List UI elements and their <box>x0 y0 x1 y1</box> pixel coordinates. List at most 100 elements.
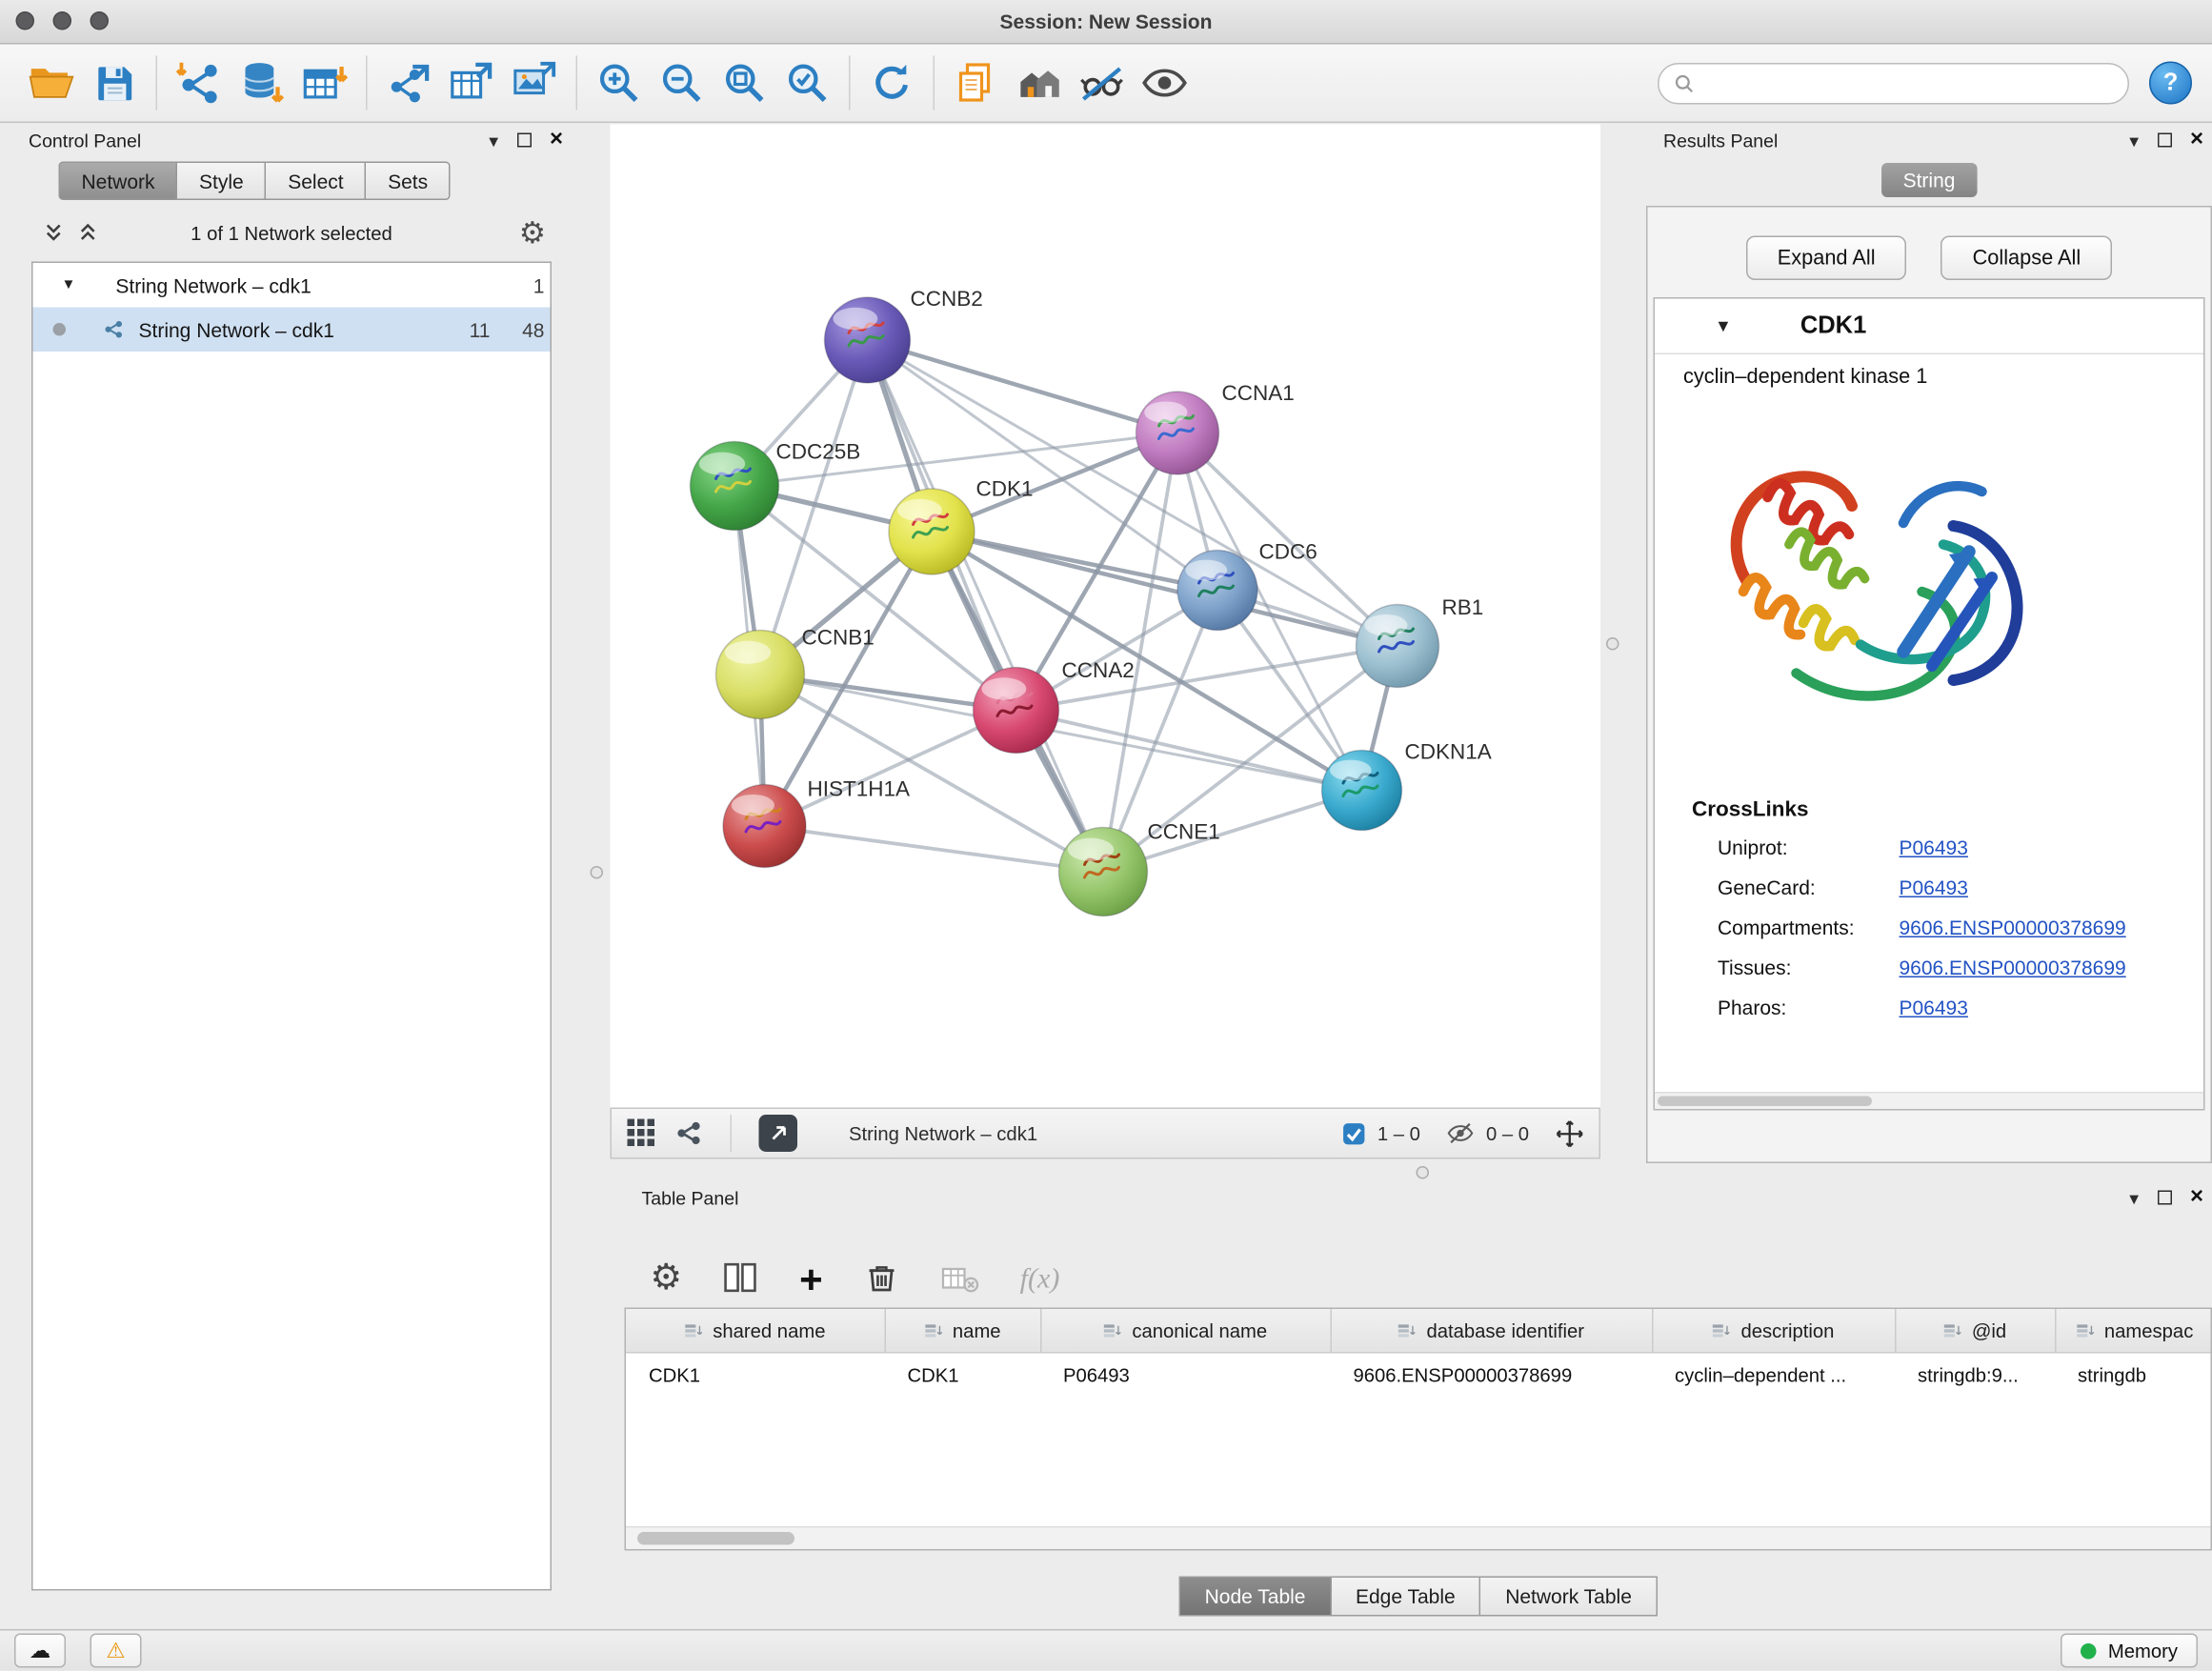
tab-select[interactable]: Select <box>267 162 367 201</box>
memory-button[interactable]: Memory <box>2061 1634 2198 1668</box>
network-selection-bar: 1 of 1 Network selected ⚙ <box>31 213 552 256</box>
crosslink-link[interactable]: P06493 <box>1900 876 1968 899</box>
network-graph[interactable]: CCNB2CCNA1CDC25BCDK1CDC6RB1CCNB1CCNA2CDK… <box>611 125 1601 1108</box>
table-cell[interactable]: CDK1 <box>885 1353 1041 1397</box>
close-window-button[interactable] <box>16 11 35 30</box>
birds-eye-grid-icon[interactable] <box>626 1117 657 1149</box>
table-row[interactable]: CDK1CDK1P064939606.ENSP00000378699cyclin… <box>626 1353 2212 1397</box>
network-edge-CCNB2-CCNA1[interactable] <box>868 340 1178 433</box>
table-horizontal-scrollbar[interactable] <box>626 1526 2211 1549</box>
network-edge-HIST1H1A-CCNE1[interactable] <box>765 826 1104 872</box>
open-session-button[interactable] <box>20 51 83 114</box>
pan-move-icon[interactable] <box>1555 1118 1585 1149</box>
cloud-status-button[interactable]: ☁ <box>14 1634 66 1668</box>
show-columns-icon[interactable] <box>722 1259 759 1297</box>
maximize-panel-icon[interactable] <box>2157 133 2171 148</box>
zoom-selected-button[interactable] <box>776 51 839 114</box>
warnings-button[interactable]: ⚠ <box>90 1634 142 1668</box>
splitter-handle[interactable] <box>1606 637 1619 651</box>
network-status-bullet <box>53 323 67 336</box>
network-edge-CDK1-RB1[interactable] <box>932 532 1398 646</box>
first-neighbors-button[interactable] <box>1008 51 1071 114</box>
float-panel-icon[interactable]: ▾ <box>2129 1188 2139 1207</box>
zoom-window-button[interactable] <box>90 11 110 30</box>
horizontal-scrollbar[interactable] <box>1655 1092 2203 1109</box>
crosslink-link[interactable]: 9606.ENSP00000378699 <box>1900 916 2126 939</box>
clone-network-button[interactable] <box>945 51 1008 114</box>
table-cell[interactable]: 9606.ENSP00000378699 <box>1331 1353 1653 1397</box>
import-network-from-database-button[interactable] <box>231 51 293 114</box>
close-panel-icon[interactable]: × <box>550 129 563 151</box>
help-button[interactable]: ? <box>2149 62 2192 105</box>
hidden-eye-slash-icon[interactable] <box>1446 1120 1475 1146</box>
tab-network[interactable]: Network <box>59 162 178 201</box>
splitter-handle[interactable] <box>1417 1166 1430 1179</box>
network-view[interactable]: CCNB2CCNA1CDC25BCDK1CDC6RB1CCNB1CCNA2CDK… <box>611 125 1601 1108</box>
close-panel-icon[interactable]: × <box>2190 129 2203 151</box>
crosslink-link[interactable]: P06493 <box>1900 836 1968 859</box>
network-collection-row[interactable]: ▼ String Network – cdk1 1 <box>33 263 551 308</box>
table-cell[interactable]: P06493 <box>1040 1353 1331 1397</box>
export-table-button[interactable] <box>440 51 503 114</box>
table-column-namespac[interactable]: namespac <box>2055 1309 2212 1353</box>
table-cell[interactable]: stringdb:9... <box>1895 1353 2055 1397</box>
collapse-all-button[interactable]: Collapse All <box>1941 236 2113 281</box>
table-column-canonical-name[interactable]: canonical name <box>1040 1309 1331 1353</box>
maximize-panel-icon[interactable] <box>2157 1191 2171 1205</box>
refresh-icon <box>868 59 916 108</box>
hide-selected-button[interactable] <box>1071 51 1134 114</box>
import-table-button[interactable] <box>293 51 356 114</box>
tab-string[interactable]: String <box>1881 163 1977 197</box>
refresh-button[interactable] <box>860 51 923 114</box>
delete-column-trash-icon[interactable] <box>863 1259 900 1297</box>
network-options-gear-icon[interactable]: ⚙ <box>519 214 546 253</box>
export-network-button[interactable] <box>377 51 440 114</box>
network-edge-CCNB2-CCNB1[interactable] <box>760 340 868 674</box>
zoom-fit-button[interactable] <box>714 51 776 114</box>
network-edge-CCNB1-CDKN1A[interactable] <box>760 674 1362 791</box>
crosslink-link[interactable]: P06493 <box>1900 997 1968 1019</box>
toolbar-separator <box>849 56 851 111</box>
search-input[interactable] <box>1705 70 2114 95</box>
table-column-database-identifier[interactable]: database identifier <box>1331 1309 1653 1353</box>
minimize-window-button[interactable] <box>53 11 72 30</box>
collection-disclosure-icon[interactable]: ▼ <box>62 277 76 293</box>
save-session-button[interactable] <box>83 51 146 114</box>
table-options-gear-icon[interactable]: ⚙ <box>651 1260 683 1297</box>
table-column-shared-name[interactable]: shared name <box>626 1309 885 1353</box>
node-gloss-highlight <box>1068 838 1114 861</box>
node-gloss-highlight <box>1144 401 1187 423</box>
tab-sets[interactable]: Sets <box>367 162 452 201</box>
toolbar-search-box[interactable] <box>1658 62 2129 104</box>
float-panel-icon[interactable]: ▾ <box>489 131 498 150</box>
gene-disclosure-icon[interactable]: ▼ <box>1715 316 1732 336</box>
table-cell[interactable]: CDK1 <box>626 1353 885 1397</box>
network-edge-CCNA2-CDKN1A[interactable] <box>1016 711 1362 791</box>
tab-edge-table[interactable]: Edge Table <box>1331 1577 1480 1617</box>
table-column--id[interactable]: @id <box>1895 1309 2055 1353</box>
network-row-selected[interactable]: String Network – cdk1 11 48 <box>33 308 551 352</box>
tab-node-table[interactable]: Node Table <box>1179 1577 1332 1617</box>
table-cell[interactable]: cyclin–dependent ... <box>1652 1353 1895 1397</box>
zoom-out-button[interactable] <box>651 51 714 114</box>
import-network-button[interactable] <box>168 51 231 114</box>
detach-view-button[interactable] <box>759 1115 798 1152</box>
show-all-button[interactable] <box>1134 51 1196 114</box>
close-panel-icon[interactable]: × <box>2190 1186 2203 1209</box>
table-cell[interactable]: stringdb <box>2055 1353 2212 1397</box>
tab-network-table[interactable]: Network Table <box>1481 1577 1658 1617</box>
expand-all-button[interactable]: Expand All <box>1746 236 1907 281</box>
export-image-button[interactable] <box>503 51 566 114</box>
tab-style[interactable]: Style <box>178 162 267 201</box>
crosslink-link[interactable]: 9606.ENSP00000378699 <box>1900 956 2126 979</box>
table-column-name[interactable]: name <box>885 1309 1041 1353</box>
selected-checkbox-icon[interactable] <box>1341 1121 1366 1146</box>
float-panel-icon[interactable]: ▾ <box>2129 131 2139 150</box>
zoom-in-button[interactable] <box>588 51 651 114</box>
table-column-description[interactable]: description <box>1652 1309 1895 1353</box>
network-overview-icon[interactable] <box>674 1119 703 1148</box>
create-column-icon[interactable]: + <box>799 1264 823 1297</box>
splitter-handle[interactable] <box>591 866 604 879</box>
gene-card-header[interactable]: ▼ CDK1 <box>1655 299 2203 355</box>
maximize-panel-icon[interactable] <box>516 133 531 148</box>
